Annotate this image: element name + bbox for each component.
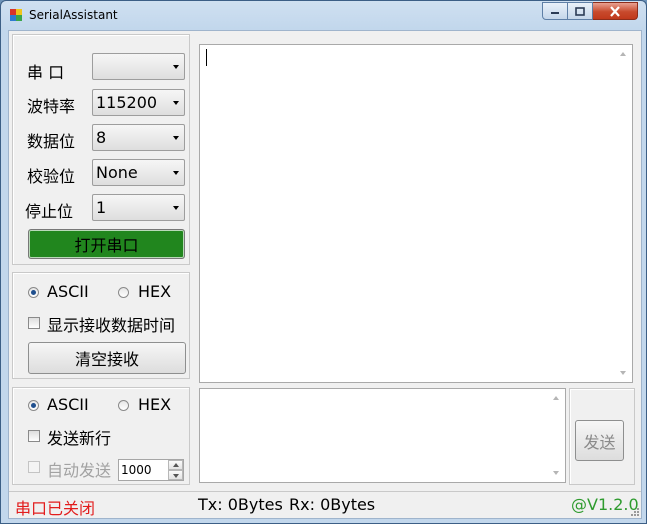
increment-button[interactable] [168,460,183,470]
port-status: 串口已关闭 [15,499,96,518]
databits-value: 8 [96,128,107,147]
parity-label: 校验位 [27,167,76,186]
app-icon [10,9,22,21]
port-select[interactable] [92,53,185,80]
minimize-button[interactable] [542,2,568,20]
receive-textarea[interactable] [199,44,633,383]
chevron-down-icon [173,136,179,140]
interval-value: 1000 [121,463,152,477]
chevron-down-icon [173,65,179,69]
baud-value: 115200 [96,93,158,112]
clear-receive-button[interactable]: 清空接收 [28,342,186,374]
maximize-icon [575,6,585,16]
resize-grip-icon[interactable] [630,507,640,517]
parity-select[interactable]: None [92,159,185,186]
stopbits-select[interactable]: 1 [92,194,185,221]
chevron-up-icon [172,463,179,467]
stopbits-value: 1 [96,198,107,217]
send-textarea[interactable] [199,388,566,483]
databits-select[interactable]: 8 [92,124,185,151]
send-hex-label[interactable]: HEX [138,395,171,414]
scroll-up-icon[interactable] [553,396,559,400]
scroll-down-icon[interactable] [553,471,559,475]
receive-hex-radio[interactable] [118,287,129,298]
send-hex-radio[interactable] [118,400,129,411]
show-time-checkbox[interactable] [28,317,40,329]
receive-scrollbar[interactable] [615,45,632,382]
rx-counter: Rx: 0Bytes [289,495,376,514]
send-ascii-radio[interactable] [28,400,39,411]
title-bar[interactable]: SerialAssistant [1,1,646,31]
baud-label: 波特率 [27,97,76,116]
send-scrollbar[interactable] [548,389,565,482]
tx-counter: Tx: 0Bytes [198,495,283,514]
chevron-down-icon [173,206,179,210]
stopbits-label: 停止位 [25,202,74,221]
close-icon [610,5,620,17]
chevron-down-icon [173,171,179,175]
send-button[interactable]: 发送 [575,420,624,461]
receive-ascii-radio[interactable] [28,287,39,298]
interval-spinner[interactable] [168,460,183,480]
scroll-down-icon[interactable] [620,371,626,375]
close-button[interactable] [593,2,638,20]
auto-send-checkbox [28,461,40,473]
show-time-label[interactable]: 显示接收数据时间 [47,312,175,336]
parity-value: None [96,163,138,182]
baud-select[interactable]: 115200 [92,89,185,116]
receive-hex-label[interactable]: HEX [138,282,171,301]
auto-send-label: 自动发送 [47,461,112,480]
scroll-up-icon[interactable] [620,52,626,56]
databits-label: 数据位 [27,132,76,151]
version-label: @V1.2.0 [571,495,639,514]
send-newline-checkbox[interactable] [28,430,40,442]
send-ascii-label[interactable]: ASCII [47,395,89,414]
port-label: 串 口 [27,63,65,82]
interval-stepper[interactable]: 1000 [118,459,184,481]
open-port-button[interactable]: 打开串口 [28,229,185,259]
receive-ascii-label[interactable]: ASCII [47,282,89,301]
maximize-button[interactable] [568,2,593,20]
minimize-icon [551,12,559,14]
send-newline-label[interactable]: 发送新行 [47,425,111,449]
chevron-down-icon [172,474,179,478]
app-window: SerialAssistant 串 口 波特率 115200 数据位 8 校验位… [0,0,647,524]
chevron-down-icon [173,101,179,105]
text-caret [206,49,207,66]
client-area: 串 口 波特率 115200 数据位 8 校验位 None 停止位 1 打开串口… [8,30,642,519]
window-title: SerialAssistant [29,8,118,22]
decrement-button[interactable] [168,470,183,480]
